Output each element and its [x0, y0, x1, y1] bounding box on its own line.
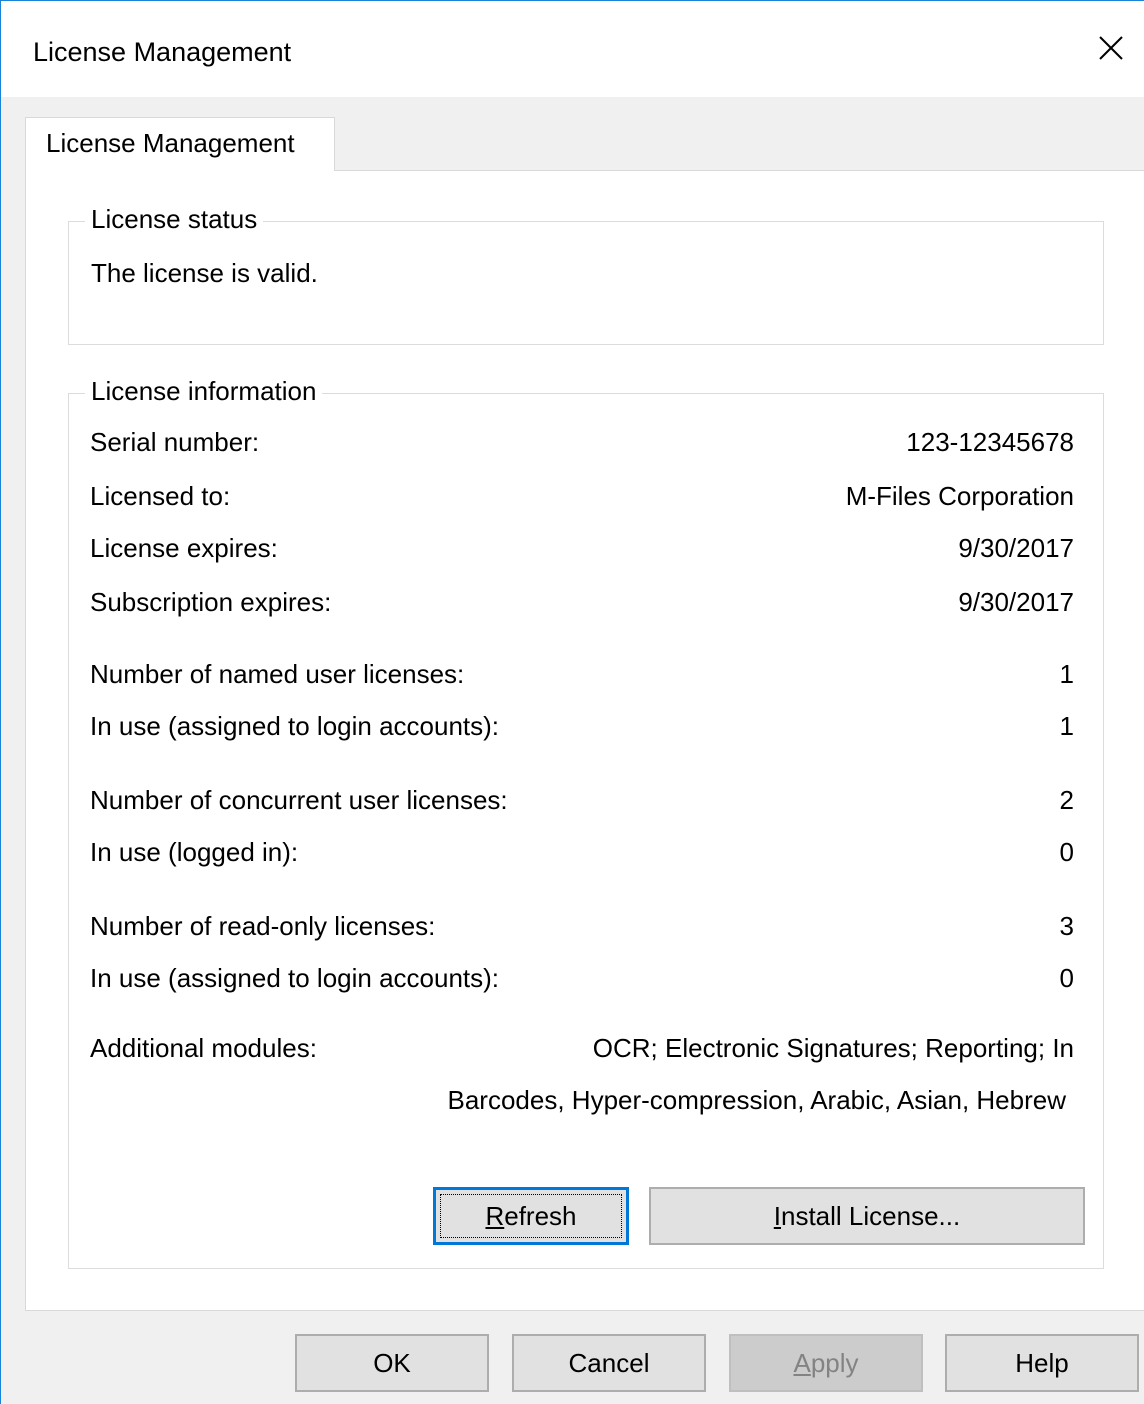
refresh-button[interactable]: Refresh	[433, 1187, 629, 1245]
serial-number-label: Serial number:	[90, 427, 260, 457]
license-information-legend: License information	[85, 376, 323, 407]
license-expires-value: 9/30/2017	[958, 533, 1074, 563]
concurrent-in-use-label: In use (logged in):	[90, 837, 299, 867]
licensed-to-value: M-Files Corporation	[845, 481, 1074, 511]
named-in-use-label: In use (assigned to login accounts):	[90, 711, 500, 741]
close-icon	[1099, 36, 1123, 60]
window-title: License Management	[33, 37, 292, 67]
tab-license-management[interactable]: License Management	[25, 117, 335, 171]
install-license-button[interactable]: Install License...	[649, 1187, 1085, 1245]
help-label: Help	[1015, 1347, 1069, 1378]
additional-modules-label: Additional modules:	[90, 1033, 317, 1063]
named-user-licenses-label: Number of named user licenses:	[90, 659, 465, 689]
serial-number-value: 123-12345678	[906, 427, 1074, 457]
title-bar: License Management	[1, 1, 1144, 97]
licensed-to-label: Licensed to:	[90, 481, 231, 511]
license-information-group: License information	[68, 376, 1104, 1269]
cancel-label: Cancel	[568, 1347, 650, 1378]
read-only-in-use-label: In use (assigned to login accounts):	[90, 963, 500, 993]
read-only-licenses-label: Number of read-only licenses:	[90, 911, 436, 941]
apply-button[interactable]: Apply	[729, 1334, 923, 1392]
concurrent-user-licenses-value: 2	[1059, 785, 1074, 815]
named-in-use-value: 1	[1059, 711, 1074, 741]
tab-label: License Management	[46, 128, 295, 158]
concurrent-in-use-value: 0	[1059, 837, 1074, 867]
subscription-expires-value: 9/30/2017	[958, 587, 1074, 617]
additional-modules-line-2: Barcodes, Hyper-compression, Arabic, Asi…	[447, 1085, 1067, 1115]
read-only-in-use-value: 0	[1059, 963, 1074, 993]
subscription-expires-label: Subscription expires:	[90, 587, 332, 617]
cancel-button[interactable]: Cancel	[512, 1334, 706, 1392]
read-only-licenses-value: 3	[1059, 911, 1074, 941]
concurrent-user-licenses-label: Number of concurrent user licenses:	[90, 785, 508, 815]
help-button[interactable]: Help	[945, 1334, 1139, 1392]
close-button[interactable]	[1086, 23, 1136, 73]
focus-ring	[440, 1194, 622, 1238]
apply-label: Apply	[793, 1347, 859, 1378]
ok-label: OK	[373, 1347, 411, 1378]
license-status-legend: License status	[85, 204, 264, 235]
install-license-label: Install License...	[773, 1200, 961, 1231]
additional-modules-line-1: OCR; Electronic Signatures; Reporting; I…	[592, 1033, 1074, 1063]
license-status-group: License status The license is valid.	[68, 204, 1104, 345]
license-management-dialog: License Management License Management Li…	[0, 0, 1144, 1404]
license-expires-label: License expires:	[90, 533, 278, 563]
ok-button[interactable]: OK	[295, 1334, 489, 1392]
license-status-text: The license is valid.	[91, 258, 318, 288]
named-user-licenses-value: 1	[1059, 659, 1074, 689]
tab-panel: License status The license is valid. Lic…	[25, 170, 1144, 1311]
